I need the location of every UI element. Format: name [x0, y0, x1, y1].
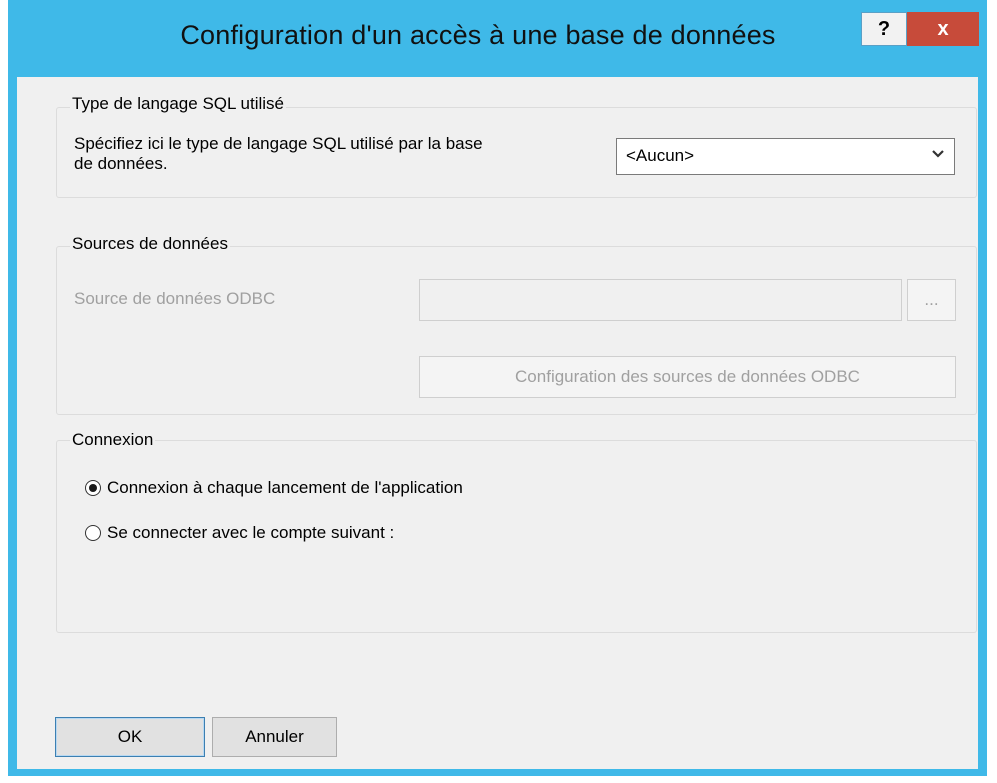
odbc-configuration-button[interactable]: Configuration des sources de données ODB…: [419, 356, 956, 398]
radio-selected-icon: [85, 480, 101, 496]
sql-language-group-title: Type de langage SQL utilisé: [70, 94, 287, 114]
sql-language-select-value: <Aucun>: [626, 146, 695, 165]
odbc-source-input[interactable]: [419, 279, 902, 321]
dialog-client-area: Type de langage SQL utilisé Spécifiez ic…: [17, 77, 978, 769]
odbc-browse-button[interactable]: ...: [907, 279, 956, 321]
close-button[interactable]: x: [907, 12, 979, 46]
cancel-button[interactable]: Annuler: [212, 717, 337, 757]
odbc-source-label: Source de données ODBC: [74, 289, 276, 308]
data-sources-group-title: Sources de données: [70, 234, 230, 254]
sql-language-select[interactable]: <Aucun>: [616, 138, 955, 175]
dialog-window: Configuration d'un accès à une base de d…: [8, 0, 987, 776]
sql-language-description-line1: Spécifiez ici le type de langage SQL uti…: [74, 134, 483, 153]
radio-connect-with-account[interactable]: Se connecter avec le compte suivant :: [85, 523, 394, 543]
chevron-down-icon: [931, 143, 945, 170]
radio-connect-with-account-label: Se connecter avec le compte suivant :: [107, 523, 395, 542]
connexion-group-title: Connexion: [70, 430, 156, 450]
title-bar[interactable]: Configuration d'un accès à une base de d…: [8, 0, 987, 77]
radio-connect-on-launch[interactable]: Connexion à chaque lancement de l'applic…: [85, 478, 463, 498]
sql-language-description-line2: de données.: [74, 154, 168, 173]
help-button[interactable]: ?: [861, 12, 907, 46]
ok-button[interactable]: OK: [55, 717, 205, 757]
radio-unselected-icon: [85, 525, 101, 541]
dialog-title: Configuration d'un accès à une base de d…: [180, 20, 776, 50]
radio-connect-on-launch-label: Connexion à chaque lancement de l'applic…: [107, 478, 463, 497]
